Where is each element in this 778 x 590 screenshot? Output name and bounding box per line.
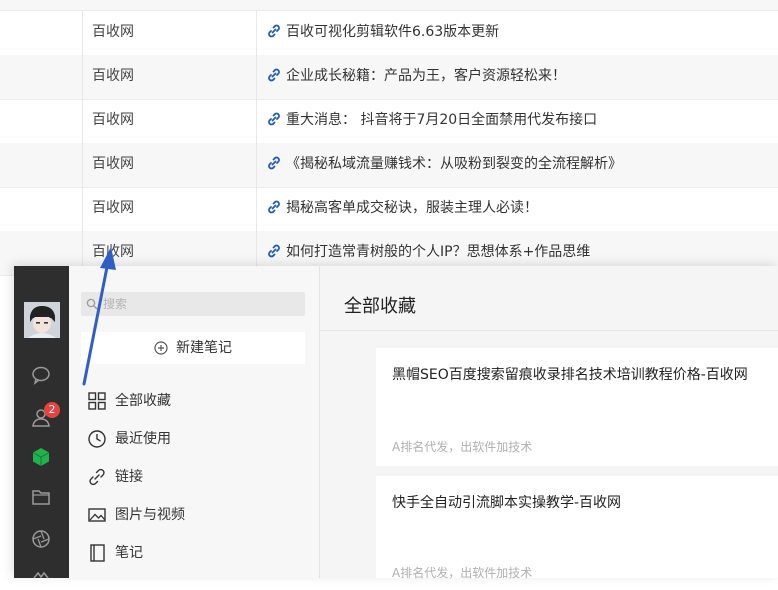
nav-item-links[interactable]: 链接 <box>69 458 319 496</box>
link-icon <box>268 200 280 214</box>
plus-circle-icon <box>154 341 168 355</box>
search-input[interactable]: 搜索 <box>81 292 305 316</box>
search-icon <box>86 298 98 310</box>
card-title: 黑帽SEO百度搜索留痕收录排名技术培训教程价格-百收网 <box>392 367 748 383</box>
nav-label: 最近使用 <box>115 431 171 447</box>
nav-item-recent[interactable]: 最近使用 <box>69 420 319 458</box>
table-row[interactable]: 百收网 揭秘高客单成交秘诀，服装主理人必读！ <box>0 187 778 232</box>
nav-label: 笔记 <box>115 545 143 561</box>
category-nav: 全部收藏 最近使用 链接 图片与视频 笔记 <box>69 382 319 572</box>
folder-icon[interactable] <box>30 486 52 508</box>
nav-label: 链接 <box>115 469 143 485</box>
card-subtitle: A排名代发，出软件加技术 <box>392 566 533 580</box>
favorites-window: 2 搜索 新建笔记 全部收藏 最近使用 链接 图片与视频 笔记 全部收藏 黑帽S… <box>14 266 778 580</box>
source-cell: 百收网 <box>92 112 134 128</box>
nav-item-all-favorites[interactable]: 全部收藏 <box>69 382 319 420</box>
title-text: 重大消息： 抖音将于7月20日全面禁用代发布接口 <box>286 112 598 128</box>
grid-icon <box>88 392 106 410</box>
unread-badge: 2 <box>44 402 60 418</box>
table-row[interactable]: 百收网 重大消息： 抖音将于7月20日全面禁用代发布接口 <box>0 99 778 144</box>
avatar[interactable] <box>24 302 60 338</box>
clock-icon <box>88 430 106 448</box>
category-panel: 搜索 新建笔记 全部收藏 最近使用 链接 图片与视频 笔记 <box>69 266 320 578</box>
favorites-cube-icon[interactable] <box>30 446 52 468</box>
source-cell: 百收网 <box>92 200 134 216</box>
card-title: 快手全自动引流脚本实操教学-百收网 <box>392 495 622 511</box>
favorite-card[interactable]: 黑帽SEO百度搜索留痕收录排名技术培训教程价格-百收网 A排名代发，出软件加技术 <box>376 348 778 466</box>
title-link[interactable]: 揭秘高客单成交秘诀，服装主理人必读！ <box>266 187 538 230</box>
link-icon <box>268 156 280 170</box>
title-link[interactable]: 百收可视化剪辑软件6.63版本更新 <box>266 11 499 54</box>
favorite-card[interactable]: 快手全自动引流脚本实操教学-百收网 A排名代发，出软件加技术 <box>376 476 778 580</box>
new-note-label: 新建笔记 <box>176 340 232 356</box>
card-subtitle: A排名代发，出软件加技术 <box>392 440 533 454</box>
title-link[interactable]: 重大消息： 抖音将于7月20日全面禁用代发布接口 <box>266 99 597 142</box>
title-text: 百收可视化剪辑软件6.63版本更新 <box>286 24 500 40</box>
source-cell: 百收网 <box>92 156 134 172</box>
title-text: 揭秘高客单成交秘诀，服装主理人必读！ <box>286 200 538 216</box>
link-icon <box>268 24 280 38</box>
nav-label: 全部收藏 <box>115 393 171 409</box>
nav-label: 图片与视频 <box>115 507 185 523</box>
title-text: 如何打造常青树般的个人IP？思想体系+作品思维 <box>286 244 591 260</box>
nav-item-media[interactable]: 图片与视频 <box>69 496 319 534</box>
nav-rail: 2 <box>14 266 69 579</box>
link-icon <box>268 68 280 82</box>
link-icon <box>268 244 280 258</box>
table-row[interactable]: 百收网 企业成长秘籍：产品为王，客户资源轻松来！ <box>0 55 778 100</box>
source-cell: 百收网 <box>92 68 134 84</box>
title-link[interactable]: 《揭秘私域流量赚钱术：从吸粉到裂变的全流程解析》 <box>266 143 622 186</box>
moments-aperture-icon[interactable] <box>30 528 52 550</box>
new-note-button[interactable]: 新建笔记 <box>81 332 305 364</box>
title-text: 企业成长秘籍：产品为王，客户资源轻松来！ <box>286 68 566 84</box>
table-row-partial <box>0 0 778 11</box>
table-row[interactable]: 百收网 《揭秘私域流量赚钱术：从吸粉到裂变的全流程解析》 <box>0 143 778 188</box>
search-placeholder: 搜索 <box>103 297 128 311</box>
link-icon <box>89 468 105 486</box>
header-divider <box>320 330 778 331</box>
title-text: 《揭秘私域流量赚钱术：从吸粉到裂变的全流程解析》 <box>286 156 622 172</box>
favorites-content: 全部收藏 黑帽SEO百度搜索留痕收录排名技术培训教程价格-百收网 A排名代发，出… <box>320 266 778 580</box>
notebook-icon <box>90 544 105 562</box>
title-link[interactable]: 企业成长秘籍：产品为王，客户资源轻松来！ <box>266 55 566 98</box>
page-title: 全部收藏 <box>344 296 416 317</box>
nav-item-notes[interactable]: 笔记 <box>69 534 319 572</box>
source-cell: 百收网 <box>92 24 134 40</box>
chat-icon[interactable] <box>30 364 52 386</box>
link-icon <box>268 112 280 126</box>
image-icon <box>88 508 106 522</box>
mini-program-icon[interactable] <box>30 568 52 590</box>
table-row[interactable]: 百收网 百收可视化剪辑软件6.63版本更新 <box>0 11 778 56</box>
